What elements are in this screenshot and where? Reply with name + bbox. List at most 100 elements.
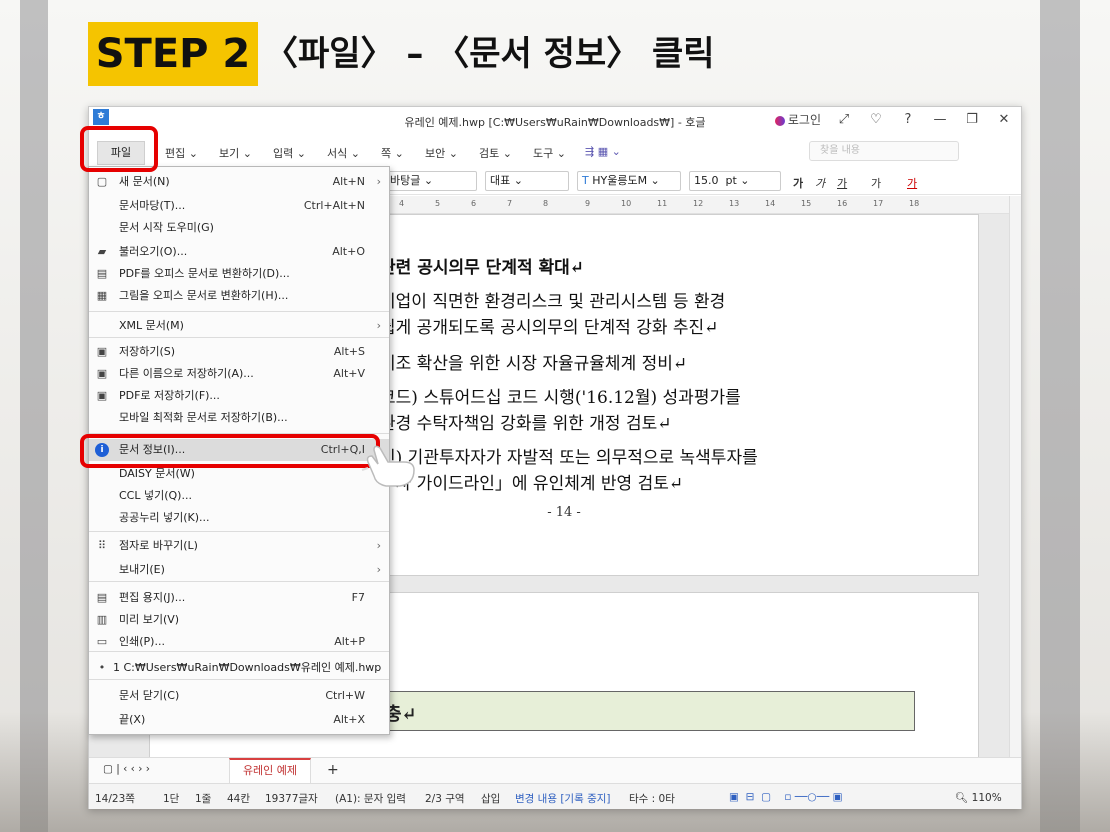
font-name-value: HY울릉도M	[592, 174, 648, 187]
ruler-tick: 6	[471, 199, 477, 208]
save-as-icon: ▣	[96, 367, 108, 380]
font-face-value: 바탕글	[390, 174, 421, 187]
file-menu-item[interactable]: ▦ 그림을 오피스 문서로 변환하기(H)...	[89, 285, 389, 307]
recent-file-icon: •	[98, 661, 106, 674]
background-beam	[1040, 0, 1080, 832]
login-button[interactable]: 로그인	[774, 111, 821, 128]
file-menu-item[interactable]: ▭ 인쇄(P)... Alt+P	[89, 631, 389, 653]
font-size-input[interactable]: 15.0 pt ⌄	[689, 171, 781, 191]
file-menu-item[interactable]: 공공누리 넣기(K)...	[89, 507, 389, 529]
file-menu-item[interactable]: 문서마당(T)... Ctrl+Alt+N	[89, 195, 389, 217]
ruler-tick: 9	[585, 199, 591, 208]
menu-separator	[89, 311, 389, 312]
bold-button[interactable]: 가	[793, 175, 803, 191]
file-menu-item-shortcut: F7	[351, 591, 365, 604]
file-menu-item[interactable]: ▤ PDF를 오피스 문서로 변환하기(D)...	[89, 263, 389, 285]
font-color-button[interactable]: 가	[907, 175, 917, 191]
ruler-tick: 16	[837, 199, 848, 208]
file-menu-item[interactable]: 보내기(E) ›	[89, 559, 389, 581]
file-menu-item-label: 끝(X)	[119, 713, 146, 726]
file-menu-item[interactable]: ▣ 저장하기(S) Alt+S	[89, 341, 389, 363]
restore-button[interactable]: ❐	[963, 112, 981, 127]
strikethrough-button[interactable]: 가	[871, 175, 881, 191]
doc-line: 환경 수탁자책임 강화를 위한 개정 검토↵	[380, 414, 672, 434]
view-mode-icons[interactable]: ▣ ⊟ ▢ ▫ ──○── ▣	[729, 791, 843, 803]
file-menu-item-label: 문서 닫기(C)	[119, 689, 180, 702]
ruler-tick: 18	[909, 199, 920, 208]
ruler-tick: 11	[657, 199, 668, 208]
font-size-value: 15.0	[694, 174, 719, 187]
underline-button[interactable]: 가	[837, 175, 847, 191]
file-menu-item-label: PDF로 저장하기(F)...	[119, 389, 220, 402]
doc-line: 투자 가이드라인」에 유인체계 반영 검토↵	[380, 474, 684, 494]
file-menu-item[interactable]: ▢ 새 문서(N) Alt+N ›	[89, 171, 389, 193]
file-menu-item[interactable]: 모바일 최적화 문서로 저장하기(B)...	[89, 407, 389, 429]
menu-format[interactable]: 서식 ⌄	[327, 145, 360, 161]
close-button[interactable]: ✕	[995, 112, 1013, 127]
font-name-select[interactable]: T HY울릉도M ⌄	[577, 171, 681, 191]
file-menu-item[interactable]: ⠿ 점자로 바꾸기(L) ›	[89, 535, 389, 557]
add-tab-button[interactable]: +	[327, 762, 339, 778]
ruler-tick: 4	[399, 199, 405, 208]
search-input[interactable]: 찾을 내용	[809, 141, 959, 161]
file-menu-item[interactable]: ▥ 미리 보기(V)	[89, 609, 389, 631]
hand-cursor-icon[interactable]: ♡	[867, 112, 885, 127]
nav-arrows-icon[interactable]: ▢ | ‹ ‹ › ›	[103, 763, 150, 775]
file-menu-item-label: 다른 이름으로 저장하기(A)...	[119, 367, 254, 380]
status-mode: (A1): 문자 입력	[335, 793, 406, 805]
zoom-level[interactable]: 🔍︎ 110%	[955, 791, 1002, 804]
file-menu-item[interactable]: • 1 C:₩Users₩uRain₩Downloads₩유레인 예제.hwp	[89, 657, 389, 679]
status-track[interactable]: 변경 내용 [기록 중지]	[515, 791, 611, 806]
file-menu-item[interactable]: ▣ PDF로 저장하기(F)...	[89, 385, 389, 407]
style-select[interactable]: 대표 ⌄	[485, 171, 569, 191]
italic-button[interactable]: 가	[815, 175, 825, 191]
chevron-right-icon: ›	[376, 319, 381, 332]
file-menu-item-shortcut: Alt+X	[333, 713, 365, 726]
font-size-unit: pt	[725, 174, 737, 187]
menu-page[interactable]: 쪽 ⌄	[381, 145, 404, 161]
status-typing: 타수 : 0타	[629, 793, 675, 805]
new-doc-icon: ▢	[96, 175, 108, 188]
ruler-tick: 8	[543, 199, 549, 208]
pdf-icon: ▤	[96, 267, 108, 280]
toolbar-toggle-icon[interactable]: ⇶ ▦ ⌄	[585, 145, 621, 158]
ruler-tick: 14	[765, 199, 776, 208]
fullscreen-icon[interactable]: ⤢	[835, 112, 853, 127]
file-menu-item[interactable]: ▰ 불러오기(O)... Alt+O	[89, 241, 389, 263]
doc-line: 코드) 스튜어드십 코드 시행('16.12월) 성과평가를	[380, 388, 741, 408]
file-menu-item-label: 새 문서(N)	[119, 175, 170, 188]
file-menu-item-shortcut: Alt+N	[332, 175, 365, 188]
file-menu-item[interactable]: 문서 닫기(C) Ctrl+W	[89, 685, 389, 707]
status-insert[interactable]: 삽입	[481, 791, 500, 806]
menu-edit[interactable]: 편집 ⌄	[165, 145, 198, 161]
menu-security[interactable]: 보안 ⌄	[425, 145, 458, 161]
menu-insert[interactable]: 입력 ⌄	[273, 145, 306, 161]
background-beam	[20, 0, 48, 832]
menu-review[interactable]: 검토 ⌄	[479, 145, 512, 161]
highlight-file-menu	[80, 126, 158, 172]
zoom-value: 110%	[971, 792, 1002, 804]
doc-line: 쉽게 공개되도록 공시의무의 단계적 강화 추진↵	[380, 318, 719, 338]
document-tab-bar: ▢ | ‹ ‹ › › 유레인 예제 +	[89, 757, 1021, 784]
file-menu-item-label: 문서 시작 도우미(G)	[119, 221, 214, 234]
file-menu-item[interactable]: 문서 시작 도우미(G)	[89, 217, 389, 239]
document-tab[interactable]: 유레인 예제	[229, 758, 311, 784]
highlight-doc-info	[80, 434, 380, 468]
file-menu-item-label: 모바일 최적화 문서로 저장하기(B)...	[119, 411, 288, 424]
file-menu-item[interactable]: ▣ 다른 이름으로 저장하기(A)... Alt+V	[89, 363, 389, 385]
minimize-button[interactable]: —	[931, 112, 949, 127]
help-icon[interactable]: ?	[899, 112, 917, 127]
doc-line: 관련 공시의무 단계적 확대↵	[380, 253, 584, 278]
file-menu-item[interactable]: ▤ 편집 용지(J)... F7	[89, 587, 389, 609]
file-menu-item[interactable]: CCL 넣기(Q)...	[89, 485, 389, 507]
file-menu-item[interactable]: 끝(X) Alt+X	[89, 709, 389, 731]
doc-line-text: 관련 공시의무 단계적 확대↵	[380, 258, 585, 278]
vertical-scrollbar[interactable]	[1009, 196, 1021, 757]
menu-view[interactable]: 보기 ⌄	[219, 145, 252, 161]
menu-tools[interactable]: 도구 ⌄	[533, 145, 566, 161]
ruler-tick: 15	[801, 199, 812, 208]
font-face-select[interactable]: 바탕글 ⌄	[385, 171, 477, 191]
font-type-icon: T	[582, 174, 593, 187]
page-setup-icon: ▤	[96, 591, 108, 604]
file-menu-item[interactable]: XML 문서(M) ›	[89, 315, 389, 337]
